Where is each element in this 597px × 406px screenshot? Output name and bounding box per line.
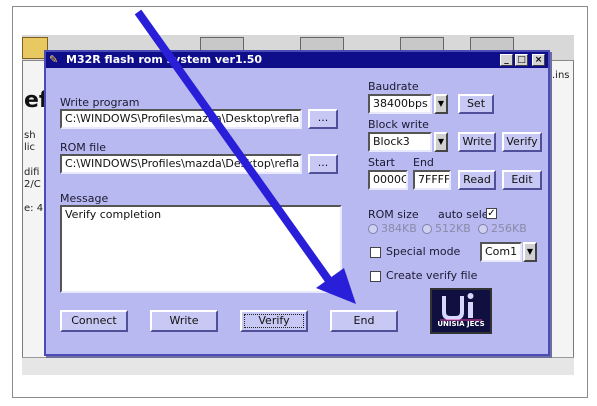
annotation-arrow-icon (134, 9, 356, 304)
